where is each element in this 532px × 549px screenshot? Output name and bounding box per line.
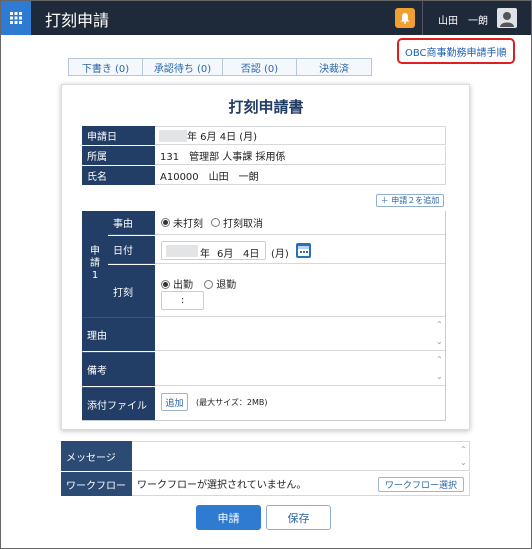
redacted-year xyxy=(159,129,187,142)
radio-missed-punch[interactable] xyxy=(161,218,170,227)
time-input[interactable]: : xyxy=(161,291,204,310)
form-title: 打刻申請書 xyxy=(228,98,304,116)
tab-draft[interactable]: 下書き (0) xyxy=(68,58,142,76)
memo-label: 備考 xyxy=(82,352,155,386)
message-label: メッセージ xyxy=(61,441,132,471)
scroll-down-icon[interactable]: ⌄ xyxy=(436,372,443,381)
reason-label: 事由 xyxy=(108,211,155,235)
tab-approved[interactable]: 決裁済 xyxy=(296,58,372,76)
redacted-year xyxy=(166,245,198,257)
scroll-up-icon[interactable]: ⌃ xyxy=(436,355,443,364)
name-label: 氏名 xyxy=(82,166,155,185)
radio-clock-out[interactable] xyxy=(204,280,214,289)
scroll-up-icon[interactable]: ⌃ xyxy=(460,445,467,454)
user-avatar-icon[interactable] xyxy=(497,8,517,28)
add-application-button[interactable]: ＋ 申請２を追加 xyxy=(376,194,444,207)
date-label: 日付 xyxy=(108,236,155,264)
tab-rejected[interactable]: 否認 (0) xyxy=(222,58,296,76)
department-value: 131 管理部 人事課 採用係 xyxy=(155,146,446,165)
workflow-select-button[interactable]: ワークフロー選択 xyxy=(378,477,464,492)
header-divider xyxy=(422,1,423,35)
apply-date-value: 年 6月 4日 (月) xyxy=(155,126,446,145)
scroll-up-icon[interactable]: ⌃ xyxy=(436,320,443,329)
reason-options: 未打刻 打刻取消 xyxy=(155,211,445,235)
radio-punch-cancel[interactable] xyxy=(211,218,220,227)
memo-textarea[interactable]: ⌃ ⌄ xyxy=(155,352,445,386)
app-header: 打刻申請 山田 一朗 xyxy=(1,1,531,35)
save-button[interactable]: 保存 xyxy=(266,505,331,530)
reason-textarea[interactable]: ⌃ ⌄ xyxy=(155,317,445,351)
scroll-down-icon[interactable]: ⌄ xyxy=(436,337,443,346)
status-tabs: 下書き (0) 承認待ち (0) 否認 (0) 決裁済 xyxy=(68,58,372,76)
scroll-down-icon[interactable]: ⌄ xyxy=(460,458,467,467)
page-title: 打刻申請 xyxy=(45,11,110,30)
application-1-label: 申請1 xyxy=(82,211,108,317)
workflow-label: ワークフロー xyxy=(61,472,132,496)
date-input[interactable]: 年 6月 4日 xyxy=(161,241,266,260)
punch-options: 出勤 退勤 xyxy=(161,276,236,291)
app-menu-grid-icon[interactable] xyxy=(1,1,31,35)
reason-text-label: 理由 xyxy=(82,317,155,351)
attach-size-note: (最大サイズ：2MB) xyxy=(196,398,268,407)
name-value: A10000 山田 一朗 xyxy=(155,166,446,185)
apply-date-label: 申請日 xyxy=(82,126,155,145)
message-textarea[interactable]: ⌃ ⌄ xyxy=(132,441,470,471)
department-label: 所属 xyxy=(82,146,155,165)
date-weekday: (月) xyxy=(271,249,289,260)
attach-add-button[interactable]: 追加 xyxy=(161,393,188,411)
radio-clock-in[interactable] xyxy=(161,280,170,289)
punch-label: 打刻 xyxy=(108,265,155,317)
tab-pending[interactable]: 承認待ち (0) xyxy=(142,58,222,76)
user-name[interactable]: 山田 一朗 xyxy=(438,12,488,27)
apply-button[interactable]: 申請 xyxy=(196,505,261,530)
calendar-icon[interactable] xyxy=(296,243,311,258)
attachment-label: 添付ファイル xyxy=(82,387,155,420)
notification-bell-icon[interactable] xyxy=(395,8,415,28)
obc-procedure-link[interactable]: OBC商事勤務申請手順 xyxy=(405,44,507,59)
